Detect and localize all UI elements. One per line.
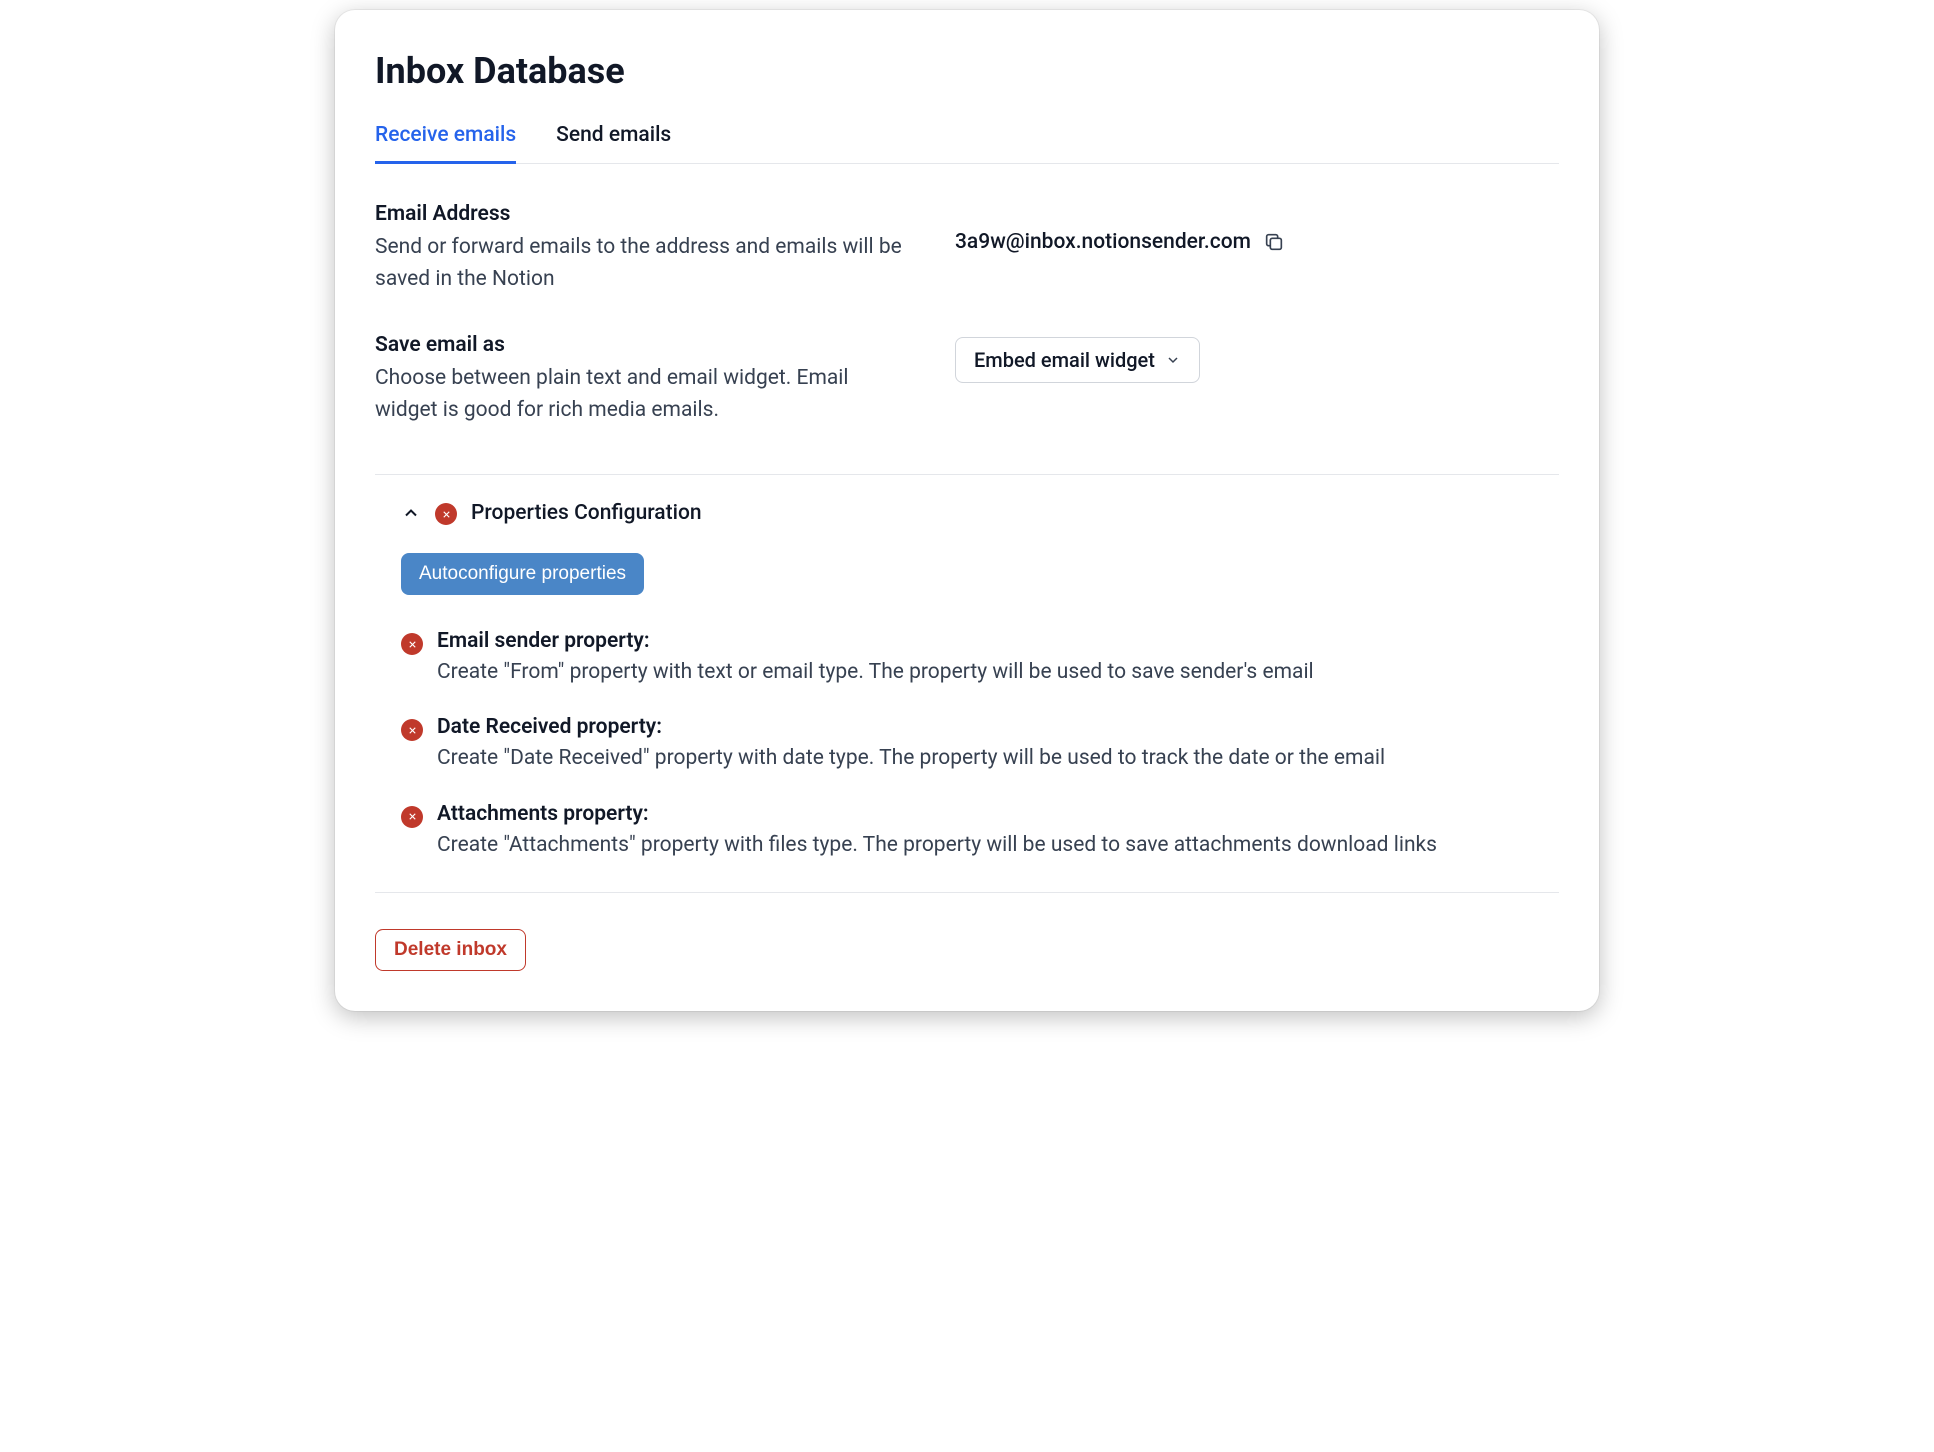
error-icon <box>401 806 423 828</box>
chevron-up-icon[interactable] <box>401 503 421 523</box>
properties-list: Email sender property: Create "From" pro… <box>375 595 1559 874</box>
save-as-right: Embed email widget <box>955 333 1559 383</box>
save-as-label: Save email as <box>375 333 915 357</box>
email-address-desc: Send or forward emails to the address an… <box>375 232 915 295</box>
email-address-value: 3a9w@inbox.notionsender.com <box>955 230 1251 254</box>
save-email-as-section: Save email as Choose between plain text … <box>375 295 1559 426</box>
error-icon <box>401 633 423 655</box>
chevron-down-icon <box>1165 352 1181 368</box>
property-item-attachments: Attachments property: Create "Attachment… <box>401 788 1559 874</box>
property-text: Date Received property: Create "Date Rec… <box>437 715 1559 773</box>
tabs: Receive emails Send emails <box>375 114 1559 164</box>
properties-header[interactable]: Properties Configuration <box>375 475 1559 525</box>
save-as-left: Save email as Choose between plain text … <box>375 333 915 426</box>
property-desc: Create "From" property with text or emai… <box>437 657 1559 687</box>
property-text: Email sender property: Create "From" pro… <box>437 629 1559 687</box>
save-as-desc: Choose between plain text and email widg… <box>375 363 915 426</box>
email-address-right: 3a9w@inbox.notionsender.com <box>955 202 1559 254</box>
email-address-label: Email Address <box>375 202 915 226</box>
email-address-left: Email Address Send or forward emails to … <box>375 202 915 295</box>
property-item-email-sender: Email sender property: Create "From" pro… <box>401 615 1559 701</box>
tab-send-emails[interactable]: Send emails <box>556 115 671 164</box>
properties-title: Properties Configuration <box>471 501 702 525</box>
email-address-section: Email Address Send or forward emails to … <box>375 164 1559 295</box>
error-icon <box>401 719 423 741</box>
copy-icon[interactable] <box>1263 231 1285 253</box>
property-text: Attachments property: Create "Attachment… <box>437 802 1559 860</box>
property-name: Date Received property: <box>437 715 1559 739</box>
property-name: Attachments property: <box>437 802 1559 826</box>
error-icon <box>435 503 457 525</box>
save-as-selected: Embed email widget <box>974 348 1155 372</box>
divider <box>375 892 1559 893</box>
property-desc: Create "Date Received" property with dat… <box>437 743 1559 773</box>
save-as-select[interactable]: Embed email widget <box>955 337 1200 383</box>
property-name: Email sender property: <box>437 629 1559 653</box>
autoconfigure-button[interactable]: Autoconfigure properties <box>401 553 644 595</box>
settings-card: Inbox Database Receive emails Send email… <box>335 10 1599 1011</box>
property-desc: Create "Attachments" property with files… <box>437 830 1559 860</box>
delete-inbox-button[interactable]: Delete inbox <box>375 929 526 971</box>
tab-receive-emails[interactable]: Receive emails <box>375 115 516 164</box>
property-item-date-received: Date Received property: Create "Date Rec… <box>401 701 1559 787</box>
page-title: Inbox Database <box>375 50 1559 92</box>
